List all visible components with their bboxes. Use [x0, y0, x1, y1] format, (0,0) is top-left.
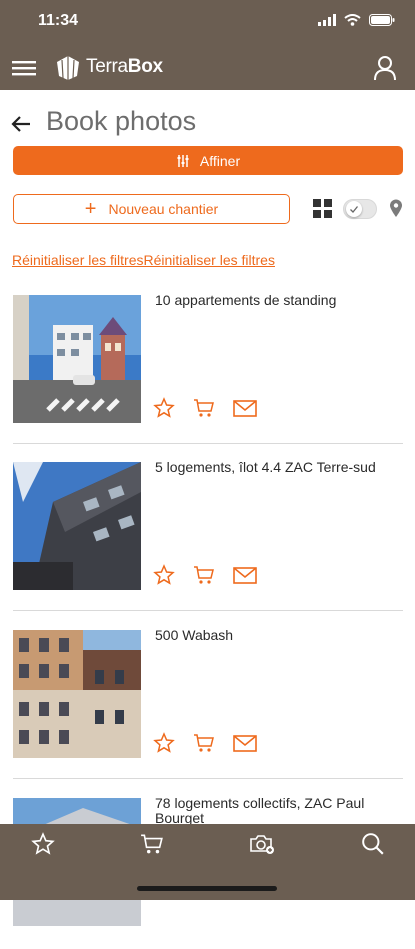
new-site-button[interactable]: + Nouveau chantier: [13, 194, 290, 224]
project-title[interactable]: 500 Wabash: [155, 628, 405, 643]
building-photo-image: [13, 630, 141, 758]
star-icon[interactable]: [153, 732, 175, 754]
status-bar: 11:34: [0, 0, 415, 46]
project-thumbnail[interactable]: [13, 462, 141, 590]
grid-icon[interactable]: [313, 199, 332, 218]
refine-label: Affiner: [199, 152, 241, 169]
hamburger-icon[interactable]: [12, 58, 38, 78]
logo-mark-icon: [57, 56, 79, 80]
camera-icon[interactable]: [249, 832, 275, 856]
signal-icon: [318, 14, 336, 26]
cart-icon[interactable]: [193, 397, 215, 419]
reset-filters-link[interactable]: Réinitialiser les filtresRéinitialiser l…: [12, 252, 275, 268]
search-icon[interactable]: [361, 832, 385, 856]
project-title[interactable]: 5 logements, îlot 4.4 ZAC Terre-sud: [155, 460, 405, 475]
project-actions: [153, 732, 257, 754]
list-item[interactable]: 500 Wabash: [0, 615, 415, 781]
mail-icon[interactable]: [233, 397, 257, 419]
cart-icon[interactable]: [193, 564, 215, 586]
mail-icon[interactable]: [233, 732, 257, 754]
project-thumbnail[interactable]: [13, 295, 141, 423]
battery-icon: [369, 14, 395, 26]
sliders-icon: [177, 154, 189, 167]
project-title[interactable]: 10 appartements de standing: [155, 293, 405, 308]
list-item[interactable]: 5 logements, îlot 4.4 ZAC Terre-sud: [0, 447, 415, 613]
map-pin-icon[interactable]: [389, 199, 403, 218]
toggle-knob: [346, 201, 362, 217]
star-icon[interactable]: [31, 832, 55, 856]
star-icon[interactable]: [153, 564, 175, 586]
logo-text: TerraBox: [86, 56, 163, 77]
refine-button[interactable]: Affiner: [13, 146, 403, 175]
project-actions: [153, 564, 257, 586]
project-thumbnail[interactable]: [13, 630, 141, 758]
status-time: 11:34: [38, 12, 79, 29]
page-title: Book photos: [46, 106, 197, 136]
plus-icon: +: [84, 198, 97, 220]
user-icon[interactable]: [373, 55, 397, 81]
divider: [13, 778, 403, 779]
home-indicator: [137, 886, 277, 891]
building-photo-image: [13, 295, 141, 423]
cart-icon[interactable]: [140, 832, 164, 856]
divider: [13, 443, 403, 444]
new-site-label: Nouveau chantier: [108, 201, 219, 217]
star-icon[interactable]: [153, 397, 175, 419]
status-icons: [318, 14, 395, 26]
wifi-icon: [344, 14, 361, 26]
title-row: Book photos: [0, 104, 415, 144]
app-header: TerraBox: [0, 46, 415, 90]
check-icon: [350, 206, 359, 213]
divider: [13, 610, 403, 611]
project-actions: [153, 397, 257, 419]
view-toggle[interactable]: [343, 199, 377, 219]
mail-icon[interactable]: [233, 564, 257, 586]
building-photo-image: [13, 462, 141, 590]
project-title[interactable]: 78 logements collectifs, ZAC Paul Bourge…: [155, 796, 405, 826]
list-item[interactable]: 10 appartements de standing: [0, 280, 415, 446]
cart-icon[interactable]: [193, 732, 215, 754]
arrow-left-icon[interactable]: [10, 113, 32, 135]
app-logo[interactable]: TerraBox: [54, 52, 163, 82]
